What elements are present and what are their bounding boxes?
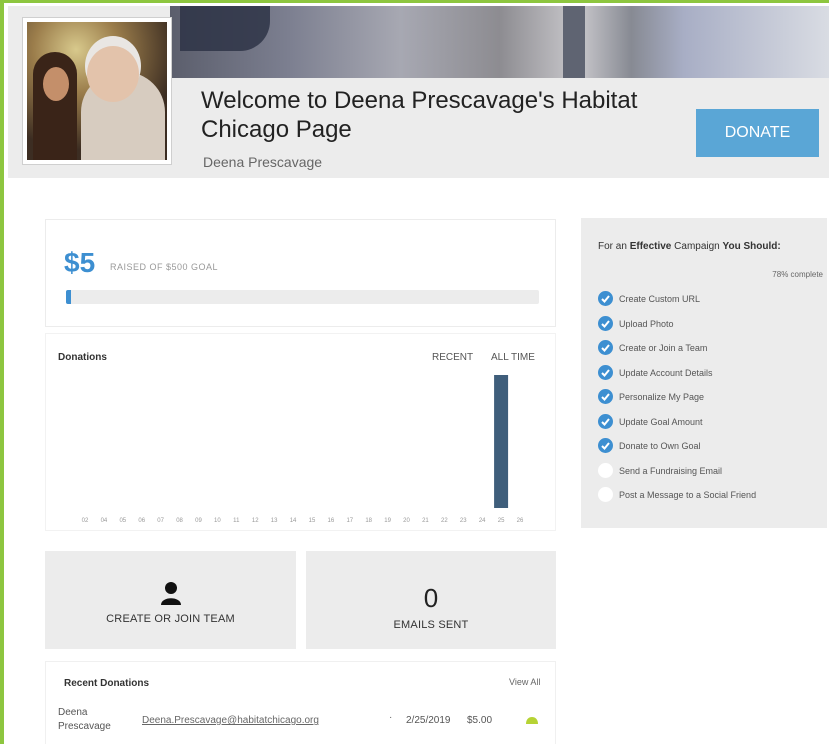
x-tick-label: 23 (460, 518, 467, 524)
donate-button[interactable]: DONATE (696, 109, 819, 157)
x-tick-label: 26 (517, 518, 524, 524)
progress-bar (66, 290, 539, 304)
x-tick-label: 04 (101, 518, 108, 524)
check-icon (598, 413, 613, 429)
checklist-item[interactable]: Send a Fundraising Email (598, 462, 823, 483)
x-tick-label: 10 (214, 518, 221, 524)
x-tick-label: 24 (479, 518, 486, 524)
user-icon (161, 582, 181, 605)
avatar (22, 17, 172, 165)
checklist-item-label: Create or Join a Team (619, 343, 708, 353)
x-tick-label: 09 (195, 518, 202, 524)
page-frame: Welcome to Deena Prescavage's Habitat Ch… (0, 0, 829, 744)
check-icon (598, 364, 613, 380)
check-icon (598, 340, 613, 355)
goal-label: RAISED OF $500 GOAL (110, 262, 219, 272)
checklist-item-label: Post a Message to a Social Friend (619, 490, 757, 500)
x-tick-label: 08 (176, 518, 183, 524)
x-tick-label: 06 (138, 518, 145, 524)
x-tick-label: 11 (233, 518, 240, 524)
x-tick-label: 05 (119, 518, 126, 524)
x-tick-label: 16 (328, 518, 335, 524)
checklist-item[interactable]: Create or Join a Team (598, 340, 823, 360)
checklist-item[interactable]: Upload Photo (598, 315, 823, 336)
chart-bar (494, 375, 509, 508)
x-tick-label: 19 (384, 518, 391, 524)
page-header: Welcome to Deena Prescavage's Habitat Ch… (8, 6, 829, 178)
view-all-link[interactable]: View All (509, 677, 540, 687)
checklist-intro: For an Effective Campaign You Should: (598, 241, 781, 252)
checklist-item-label: Upload Photo (619, 318, 674, 329)
tab-all-time[interactable]: ALL TIME (491, 352, 535, 363)
team-label: CREATE OR JOIN TEAM (106, 613, 235, 625)
unchecked-icon (598, 462, 613, 478)
checklist-item[interactable]: Personalize My Page (598, 389, 823, 409)
checklist-item[interactable]: Post a Message to a Social Friend (598, 487, 823, 507)
checklist-item[interactable]: Update Account Details (598, 364, 823, 385)
thank-donor-icon[interactable] (525, 717, 539, 724)
recent-donations-title: Recent Donations (64, 678, 150, 689)
x-tick-label: 22 (441, 518, 448, 524)
checklist-item-label: Create Custom URL (619, 294, 701, 304)
x-tick-label: 14 (290, 518, 297, 524)
checklist-item[interactable]: Update Goal Amount (598, 413, 823, 434)
recent-donations: Recent Donations View All Deena Prescava… (45, 661, 556, 744)
x-tick-label: 15 (309, 518, 316, 524)
row-separator: · (389, 712, 393, 723)
donations-chart-svg: 02 04 05 06 07 08 09 10 11 12 13 14 15 16 17 18 19 20 21 22… (82, 375, 524, 524)
emails-count: 0 (423, 583, 439, 613)
emails-label: EMAILS SENT (393, 619, 469, 631)
create-join-team-button[interactable]: CREATE OR JOIN TEAM (45, 551, 296, 649)
x-tick-label: 20 (403, 518, 410, 524)
checklist-percent: 78% complete (772, 270, 823, 279)
banner-image (170, 6, 829, 78)
donation-amount: $5.00 (467, 715, 493, 726)
fundraising-progress: $5 RAISED OF $500 GOAL (45, 219, 556, 327)
unchecked-icon (598, 487, 613, 502)
donor-email-link[interactable]: Deena.Prescavage@habitatchicago.org (142, 715, 319, 726)
x-tick-label: 02 (82, 518, 89, 524)
checklist-item-label: Send a Fundraising Email (619, 465, 723, 476)
donations-chart: 02 04 05 06 07 08 09 10 11 12 13 14 15 16 17 18 19 20 21 22… (45, 333, 556, 531)
x-tick-label: 18 (365, 518, 372, 524)
checklist-item-label: Update Goal Amount (619, 416, 703, 427)
profile-photo (27, 22, 167, 160)
x-tick-label: 21 (422, 518, 429, 524)
donation-date: 2/25/2019 (406, 715, 451, 726)
raised-amount: $5 (64, 247, 96, 278)
check-icon (598, 389, 613, 404)
campaign-checklist: For an Effective Campaign You Should: 78… (581, 218, 827, 528)
page-title: Welcome to Deena Prescavage's Habitat Ch… (201, 87, 638, 143)
checklist-item[interactable]: Create Custom URL (598, 291, 823, 311)
check-icon (598, 438, 613, 453)
progress-bar-fill (66, 290, 71, 304)
x-tick-label: 17 (346, 518, 353, 524)
checklist-item-label: Personalize My Page (619, 392, 705, 402)
check-icon (598, 291, 613, 306)
donor-name: Deena Prescavage (58, 707, 111, 732)
x-tick-label: 25 (498, 518, 505, 524)
page-owner: Deena Prescavage (203, 154, 323, 170)
tab-recent[interactable]: RECENT (432, 352, 473, 363)
chart-title: Donations (58, 352, 107, 363)
checklist-item[interactable]: Donate to Own Goal (598, 438, 823, 458)
x-tick-label: 07 (157, 518, 164, 524)
x-tick-label: 13 (271, 518, 278, 524)
checklist-item-label: Update Account Details (619, 367, 713, 378)
emails-sent-tile: 0 EMAILS SENT (306, 551, 556, 649)
x-tick-label: 12 (252, 518, 259, 524)
check-icon (598, 315, 613, 331)
checklist-item-label: Donate to Own Goal (619, 441, 701, 451)
